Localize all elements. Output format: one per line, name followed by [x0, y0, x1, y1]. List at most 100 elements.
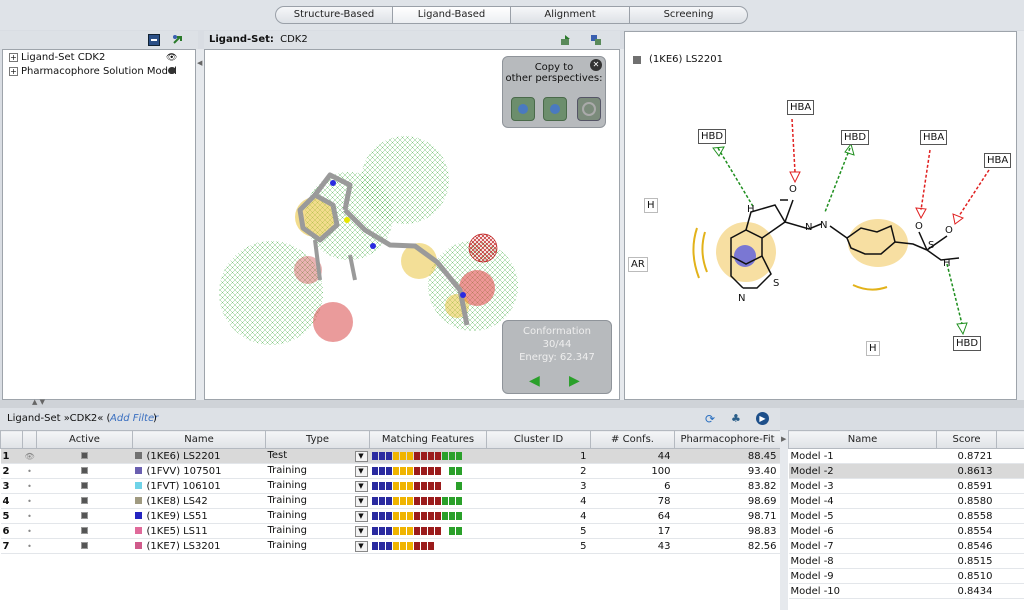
eye-hidden-icon[interactable]: •	[22, 508, 37, 524]
play-icon[interactable]: ▶	[756, 412, 769, 425]
tab-ligand-based[interactable]: Ligand-Based	[392, 6, 511, 24]
column-header-active[interactable]: Active	[36, 430, 133, 449]
left-splitter[interactable]: ◀	[196, 49, 204, 400]
feature-label-hba[interactable]: HBA	[920, 130, 948, 145]
type-dropdown-icon[interactable]: ▼	[354, 496, 368, 507]
ligand-color-swatch[interactable]	[134, 512, 142, 519]
expand-icon[interactable]: +	[9, 52, 18, 62]
hidden-eye-icon[interactable]	[168, 67, 176, 74]
table-row[interactable]: 2 • (1FVV) 107501 Training ▼ 2 100 93.40	[0, 463, 780, 479]
feature-label-hbd[interactable]: HBD	[841, 130, 870, 145]
type-cell[interactable]: Training ▼	[265, 463, 370, 479]
model-row[interactable]: Model -6 0.8554	[788, 523, 1024, 539]
active-checkbox[interactable]	[36, 538, 133, 554]
tab-screening[interactable]: Screening	[629, 6, 748, 24]
table-row[interactable]: 1 👁 (1KE6) LS2201 Test ▼ 1 44 88.45	[0, 448, 780, 464]
copy-to-structure-icon[interactable]	[511, 97, 535, 121]
ligand-color-swatch[interactable]	[134, 542, 142, 549]
expand-icon[interactable]: +	[9, 66, 18, 76]
model-row[interactable]: Model -2 0.8613	[788, 463, 1024, 479]
active-checkbox[interactable]	[36, 523, 133, 539]
close-icon[interactable]: ✕	[590, 59, 602, 71]
type-dropdown-icon[interactable]: ▼	[354, 481, 368, 492]
model-row[interactable]: Model -5 0.8558	[788, 508, 1024, 524]
model-row[interactable]: Model -10 0.8434	[788, 583, 1024, 599]
table-row[interactable]: 6 • (1KE5) LS11 Training ▼ 5 17 98.83	[0, 523, 780, 539]
active-checkbox[interactable]	[36, 508, 133, 524]
collapse-all-icon[interactable]	[148, 34, 160, 46]
visible-eye-icon[interactable]: 👁	[166, 53, 177, 63]
eye-icon[interactable]: 👁	[22, 448, 37, 464]
ligand-color-swatch[interactable]	[134, 467, 142, 474]
type-dropdown-icon[interactable]: ▼	[354, 451, 368, 462]
type-cell[interactable]: Training ▼	[265, 538, 370, 554]
feature-label-hydrophobic[interactable]: H	[644, 198, 658, 213]
tab-structure-based[interactable]: Structure-Based	[275, 6, 393, 24]
table-row[interactable]: 4 • (1KE8) LS42 Training ▼ 4 78 98.69	[0, 493, 780, 509]
table-row[interactable]: 3 • (1FVT) 106101 Training ▼ 3 6 83.82	[0, 478, 780, 494]
feature-label-hydrophobic[interactable]: H	[866, 341, 880, 356]
column-header-confs[interactable]: # Confs.	[590, 430, 675, 449]
model-row[interactable]: Model -3 0.8591	[788, 478, 1024, 494]
column-header-cluster-id[interactable]: Cluster ID	[486, 430, 591, 449]
active-checkbox[interactable]	[36, 478, 133, 494]
ligand-color-swatch[interactable]	[134, 497, 142, 504]
copy-to-alignment-icon[interactable]	[543, 97, 567, 121]
table-row[interactable]: 5 • (1KE9) LS51 Training ▼ 4 64 98.71	[0, 508, 780, 524]
eye-hidden-icon[interactable]: •	[22, 538, 37, 554]
eye-hidden-icon[interactable]: •	[22, 523, 37, 539]
feature-label-hba[interactable]: HBA	[787, 100, 815, 115]
tree-item-ligand-set[interactable]: + Ligand-Set CDK2	[9, 51, 105, 64]
eye-hidden-icon[interactable]: •	[22, 493, 37, 509]
type-dropdown-icon[interactable]: ▼	[354, 511, 368, 522]
type-dropdown-icon[interactable]: ▼	[354, 526, 368, 537]
table-splitter[interactable]: ▶	[780, 430, 788, 610]
model-row[interactable]: Model -8 0.8515	[788, 553, 1024, 569]
tree-item-pharmacophore-solution[interactable]: + Pharmacophore Solution Model	[9, 65, 177, 78]
model-row[interactable]: Model -9 0.8510	[788, 568, 1024, 584]
add-filter-link[interactable]: Add Filter	[110, 413, 158, 424]
type-cell[interactable]: Test ▼	[265, 448, 370, 464]
ligand-color-swatch[interactable]	[134, 482, 142, 489]
export-icon[interactable]	[560, 34, 572, 46]
type-cell[interactable]: Training ▼	[265, 478, 370, 494]
column-header-name[interactable]: Name	[132, 430, 266, 449]
superimpose-icon[interactable]	[590, 34, 602, 46]
model-row[interactable]: Model -4 0.8580	[788, 493, 1024, 509]
feature-label-hba[interactable]: HBA	[984, 153, 1012, 168]
feature-label-hbd[interactable]: HBD	[953, 336, 982, 351]
column-header-pharmacophore-fit[interactable]: Pharmacophore-Fit	[674, 430, 780, 449]
previous-conformation-button[interactable]: ◀	[529, 373, 540, 389]
feature-label-hbd[interactable]: HBD	[698, 129, 727, 144]
feature-label-aromatic[interactable]: AR	[628, 257, 648, 272]
ligand-color-swatch[interactable]	[134, 452, 142, 459]
column-header-model-name[interactable]: Name	[788, 430, 937, 449]
eye-hidden-icon[interactable]: •	[22, 478, 37, 494]
type-cell[interactable]: Training ▼	[265, 523, 370, 539]
copy-to-screening-icon[interactable]	[577, 97, 601, 121]
type-cell[interactable]: Training ▼	[265, 493, 370, 509]
cluster-id-cell: 5	[486, 538, 591, 554]
column-header-type[interactable]: Type	[265, 430, 370, 449]
feature-block	[392, 481, 399, 490]
type-dropdown-icon[interactable]: ▼	[354, 541, 368, 552]
column-header-matching-features[interactable]: Matching Features	[369, 430, 487, 449]
model-row[interactable]: Model -7 0.8546	[788, 538, 1024, 554]
tab-alignment[interactable]: Alignment	[510, 6, 630, 24]
cluster-icon[interactable]: ♣	[731, 412, 741, 425]
3d-viewer[interactable]: Copy to other perspectives: ✕ Conformati…	[204, 49, 620, 400]
ligand-color-swatch[interactable]	[134, 527, 142, 534]
active-checkbox[interactable]	[36, 448, 133, 464]
next-conformation-button[interactable]: ▶	[569, 373, 580, 389]
table-row[interactable]: 7 • (1KE7) LS3201 Training ▼ 5 43 82.56	[0, 538, 780, 554]
type-dropdown-icon[interactable]: ▼	[354, 466, 368, 477]
link-icon[interactable]	[172, 34, 184, 46]
active-checkbox[interactable]	[36, 463, 133, 479]
horizontal-splitter[interactable]: ▲ ▼	[0, 398, 1024, 408]
column-header-score[interactable]: Score	[936, 430, 997, 449]
active-checkbox[interactable]	[36, 493, 133, 509]
model-row[interactable]: Model -1 0.8721	[788, 448, 1024, 464]
refresh-icon[interactable]: ⟳	[705, 412, 715, 426]
eye-hidden-icon[interactable]: •	[22, 463, 37, 479]
type-cell[interactable]: Training ▼	[265, 508, 370, 524]
